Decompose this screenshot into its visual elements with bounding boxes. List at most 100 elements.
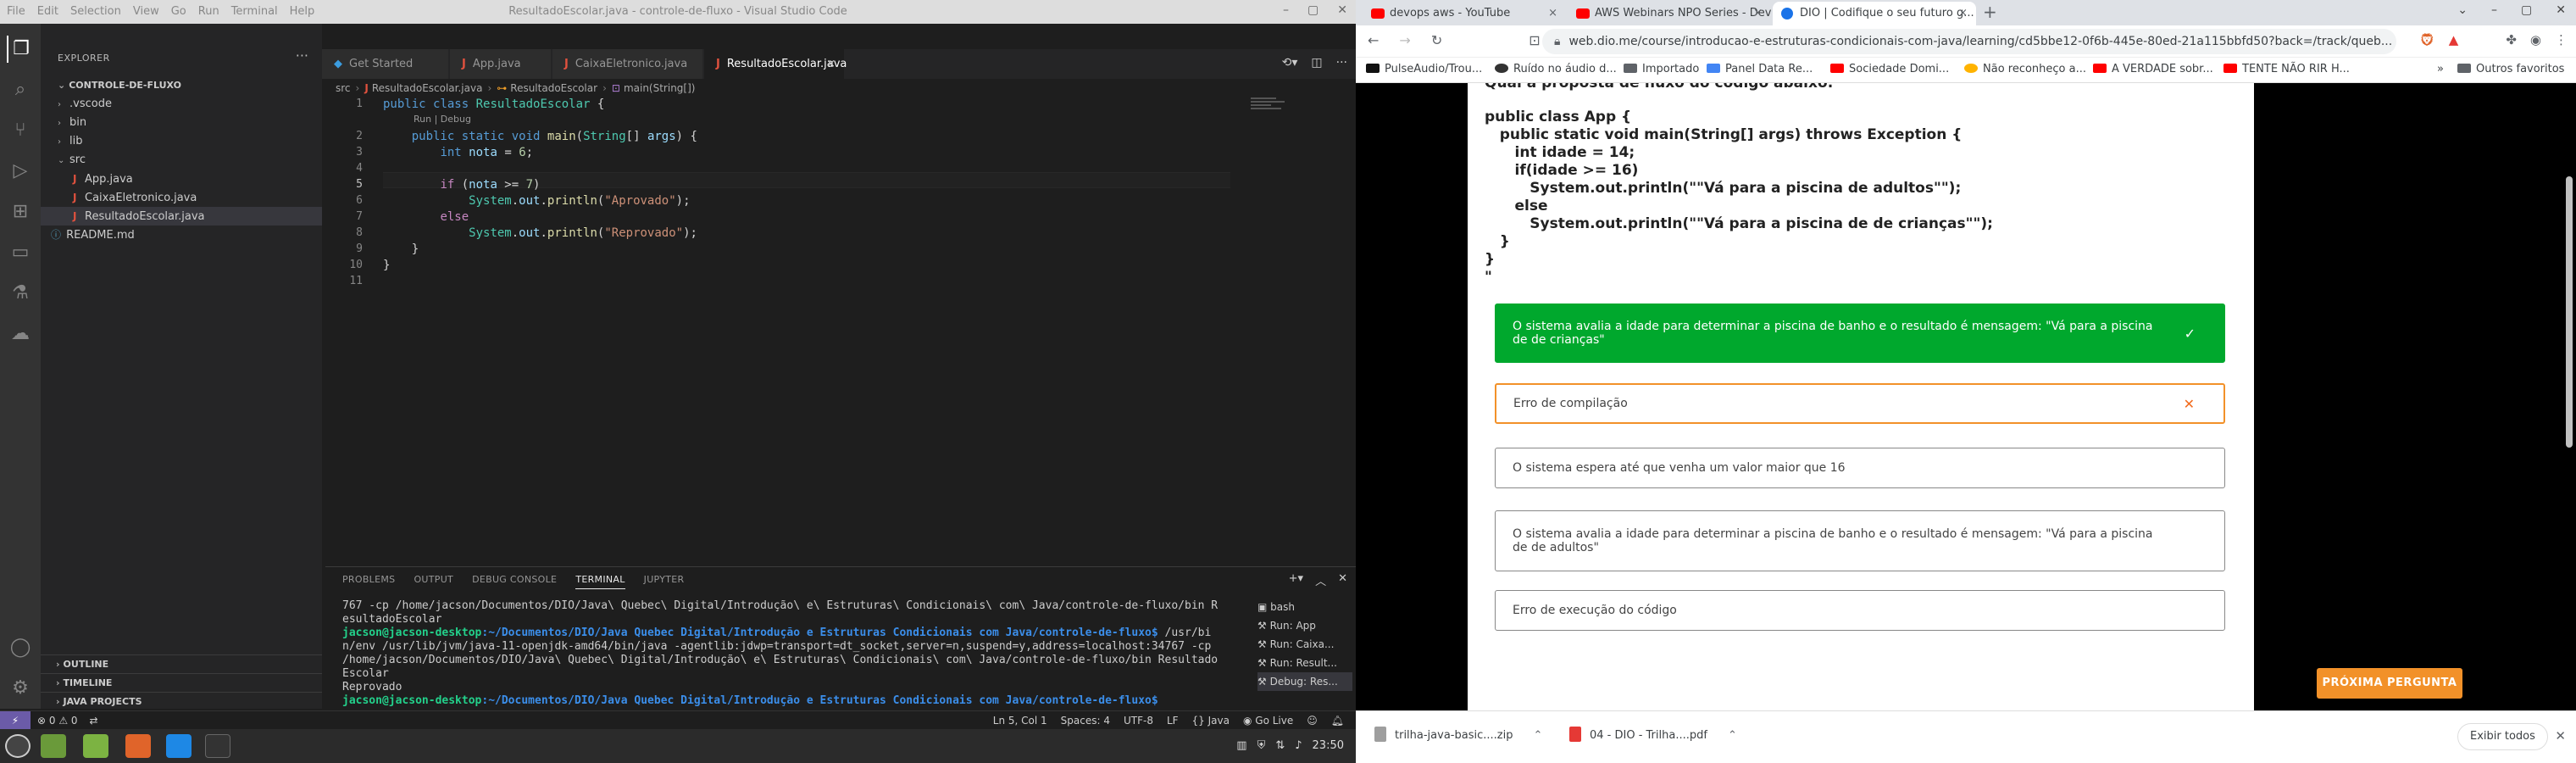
answer-option-4[interactable]: O sistema avalia a idade para determinar… (1495, 510, 2225, 571)
split-editor-icon[interactable]: ◫ (1311, 56, 1322, 70)
show-all-downloads-button[interactable]: Exibir todos (2457, 723, 2548, 750)
run-menu-icon[interactable]: ⟲▾ (1282, 56, 1298, 70)
breadcrumb-src[interactable]: src (336, 82, 351, 94)
encoding[interactable]: UTF-8 (1124, 711, 1153, 730)
answer-option-3[interactable]: O sistema espera até que venha um valor … (1495, 448, 2225, 488)
close-tab-icon[interactable]: × (1753, 2, 1763, 25)
reload-icon[interactable]: ↻ (1431, 32, 1442, 48)
terminal-output[interactable]: 767 -cp /home/jacson/Documentos/DIO/Java… (342, 599, 1257, 708)
file-manager-icon[interactable] (83, 734, 108, 758)
close-tab-icon[interactable]: × (1958, 2, 1968, 25)
timeline-section[interactable]: › TIMELINE (41, 673, 322, 692)
source-control-icon[interactable]: ⑂ (7, 117, 34, 144)
terminal-entry-debug[interactable]: ⚒ Debug: Res... (1257, 672, 1352, 691)
search-icon[interactable]: ⌕ (7, 76, 34, 103)
remote-icon[interactable]: ⚡ (0, 711, 31, 730)
more-icon[interactable]: ··· (1336, 56, 1347, 70)
extensions-icon[interactable]: ⊞ (7, 198, 34, 226)
tab-output[interactable]: OUTPUT (414, 574, 453, 589)
answer-option-5[interactable]: Erro de execução do código (1495, 590, 2225, 631)
bookmark-item[interactable]: Sociedade Domi... (1830, 63, 1949, 75)
line-ending[interactable]: LF (1167, 711, 1179, 730)
java-projects-section[interactable]: › JAVA PROJECTS (41, 692, 322, 710)
breadcrumb-file[interactable]: ResultadoEscolar.java (372, 82, 483, 94)
start-menu-icon[interactable] (5, 734, 31, 758)
new-tab-button[interactable]: + (1983, 2, 1997, 22)
tab-get-started[interactable]: ◆ Get Started (322, 49, 449, 79)
answer-option-2[interactable]: Erro de compilação ✕ (1495, 383, 2225, 424)
notifications-icon[interactable]: 🔔︎ (1331, 711, 1344, 730)
next-question-button[interactable]: PRÓXIMA PERGUNTA (2317, 668, 2462, 699)
minimap[interactable] (1251, 97, 1288, 123)
bookmarks-overflow-icon[interactable]: » (2437, 63, 2444, 75)
tree-folder-bin[interactable]: › bin (41, 114, 322, 132)
tab-problems[interactable]: PROBLEMS (342, 574, 395, 589)
tab-jupyter[interactable]: JUPYTER (644, 574, 685, 589)
profile-icon[interactable]: ◉ (2530, 32, 2541, 47)
close-panel-icon[interactable]: ✕ (1338, 572, 1347, 588)
browser-tab-dio[interactable]: DIO | Codifique o seu futuro g... × (1773, 2, 1976, 25)
maximize-icon[interactable]: ▢ (2521, 3, 2532, 17)
rewards-icon[interactable]: ▲ (2449, 32, 2459, 47)
show-desktop-icon[interactable] (41, 734, 66, 758)
brave-shield-icon[interactable]: 🦁︎ (2419, 32, 2435, 47)
indentation[interactable]: Spaces: 4 (1061, 711, 1110, 730)
bookmark-item[interactable]: TENTE NÃO RIR H... (2223, 63, 2350, 75)
bookmark-item[interactable]: Importado (1624, 63, 1699, 75)
bookmark-page-icon[interactable]: ⊡ (1529, 32, 1540, 48)
sync-status[interactable]: ⇄ (90, 711, 98, 730)
maximize-icon[interactable]: ▢ (1307, 3, 1319, 17)
browser-tab-aws[interactable]: AWS Webinars NPO Series - Devo... × (1568, 2, 1771, 25)
network-icon[interactable]: ⇅ (1275, 739, 1285, 752)
run-debug-icon[interactable]: ▷ (7, 158, 34, 185)
testing-icon[interactable]: ⚗ (7, 280, 34, 307)
vscode-taskbar-icon[interactable] (166, 734, 192, 758)
root-folder[interactable]: ⌄ CONTROLE-DE-FLUXO (44, 76, 322, 95)
chevron-up-icon[interactable]: ⌃ (1728, 729, 1737, 742)
chevron-up-icon[interactable]: ⌃ (1533, 729, 1542, 742)
remote-explorer-icon[interactable]: ▭ (7, 239, 34, 266)
breadcrumb-class[interactable]: ResultadoEscolar (510, 82, 597, 94)
bookmark-item[interactable]: Ruído no áudio d... (1495, 63, 1617, 75)
clock[interactable]: 23:50 (1313, 739, 1344, 752)
outline-section[interactable]: › OUTLINE (41, 654, 322, 673)
extensions-puzzle-icon[interactable]: ✤ (2506, 32, 2517, 47)
tab-terminal[interactable]: TERMINAL (575, 574, 625, 589)
terminal-entry-bash[interactable]: ▣ bash (1257, 598, 1352, 616)
explorer-icon[interactable]: ❐ (7, 36, 34, 63)
menu-icon[interactable]: ⋮ (2555, 32, 2568, 47)
language-mode[interactable]: {} Java (1192, 711, 1230, 730)
page-scrollbar[interactable] (2566, 176, 2573, 448)
close-downloads-icon[interactable]: ✕ (2555, 728, 2566, 744)
tree-folder-vscode[interactable]: › .vscode (41, 95, 322, 114)
shield-icon[interactable]: ⛨ (1257, 739, 1266, 752)
bookmark-item[interactable]: A VERDADE sobr... (2093, 63, 2213, 75)
bookmark-item[interactable]: Panel Data Re... (1707, 63, 1813, 75)
back-icon[interactable]: ← (1368, 32, 1379, 48)
more-actions-icon[interactable]: ··· (296, 47, 308, 64)
terminal-taskbar-icon[interactable] (205, 734, 230, 758)
minimize-icon[interactable]: – (1283, 3, 1289, 17)
feedback-icon[interactable]: ☺ (1307, 711, 1318, 730)
tray-apps-icon[interactable]: ▥ (1236, 739, 1246, 752)
settings-gear-icon[interactable]: ⚙ (7, 675, 34, 702)
tree-file-resultado[interactable]: J ResultadoEscolar.java (41, 207, 322, 226)
address-bar[interactable]: 🔒︎ web.dio.me/course/introducao-e-estrutu… (1542, 29, 2396, 54)
download-item-zip[interactable]: trilha-java-basic....zip ⌃ (1374, 727, 1542, 742)
new-terminal-icon[interactable]: +▾ (1289, 572, 1303, 588)
tab-search-icon[interactable]: ⌄ (2457, 3, 2468, 17)
codelens-run-debug[interactable]: Run | Debug (414, 114, 471, 125)
tree-file-caixa[interactable]: J CaixaEletronico.java (41, 188, 322, 207)
forward-icon[interactable]: → (1399, 32, 1410, 48)
close-icon[interactable]: ✕ (1337, 3, 1347, 17)
account-icon[interactable]: ◯ (7, 634, 34, 661)
cursor-position[interactable]: Ln 5, Col 1 (993, 711, 1047, 730)
minimize-icon[interactable]: – (2491, 3, 2497, 17)
tab-caixa-java[interactable]: J CaixaEletronico.java (552, 49, 703, 79)
answer-option-1[interactable]: O sistema avalia a idade para determinar… (1495, 304, 2225, 363)
tab-resultado-java[interactable]: J ResultadoEscolar.java × (704, 49, 847, 79)
other-bookmarks[interactable]: Outros favoritos (2457, 63, 2564, 75)
problems-status[interactable]: ⊗ 0 ⚠ 0 (37, 711, 78, 730)
go-live-button[interactable]: ◉ Go Live (1243, 711, 1293, 730)
browser-tab-youtube[interactable]: devops aws - YouTube × (1363, 2, 1566, 25)
